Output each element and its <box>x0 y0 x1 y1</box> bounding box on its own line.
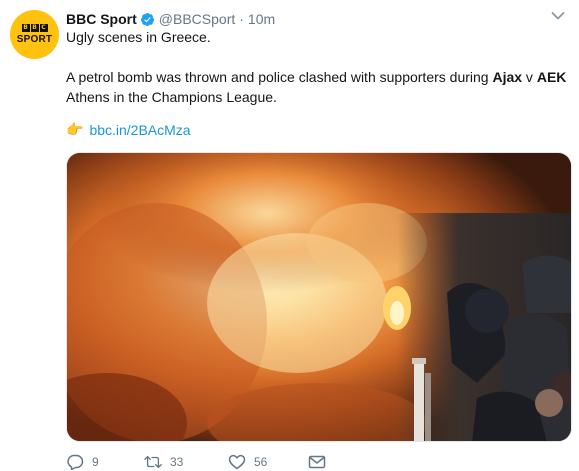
reply-icon <box>67 454 84 470</box>
retweet-count: 33 <box>170 455 184 469</box>
like-count: 56 <box>254 455 268 469</box>
team-ajax: Ajax <box>492 69 523 85</box>
pointing-hand-icon: 👉 <box>66 122 84 138</box>
tweet-header: BBC Sport @BBCSport · 10m <box>66 9 275 29</box>
avatar-word: SPORT <box>16 34 53 45</box>
direct-message-action[interactable] <box>308 454 326 470</box>
avatar[interactable]: B B C SPORT <box>10 10 59 59</box>
tweet-photo[interactable] <box>66 152 572 442</box>
heart-icon <box>228 454 246 470</box>
tweet-card[interactable]: B B C SPORT BBC Sport @BBCSport · 10m Ug… <box>0 0 579 471</box>
chevron-down-icon[interactable] <box>551 11 565 21</box>
like-action[interactable]: 56 <box>228 454 267 470</box>
reply-action[interactable]: 9 <box>66 454 99 470</box>
tweet-text-line1: Ugly scenes in Greece. <box>66 29 211 45</box>
tweet-text-line2: A petrol bomb was thrown and police clas… <box>66 69 567 85</box>
account-handle[interactable]: @BBCSport <box>159 11 235 27</box>
account-name[interactable]: BBC Sport <box>66 11 137 27</box>
verified-badge-icon <box>140 12 154 26</box>
retweet-icon <box>144 455 162 469</box>
fire-stadium-photo <box>67 153 571 441</box>
link-row: 👉 bbc.in/2BAcMza <box>66 122 191 138</box>
article-link[interactable]: bbc.in/2BAcMza <box>89 122 190 138</box>
tweet-text-line3: Athens in the Champions League. <box>66 89 277 105</box>
reply-count: 9 <box>92 455 99 469</box>
envelope-icon <box>308 455 326 469</box>
separator-dot: · <box>239 11 244 27</box>
team-aek: AEK <box>536 69 567 85</box>
retweet-action[interactable]: 33 <box>144 454 183 470</box>
tweet-timestamp[interactable]: 10m <box>248 11 275 27</box>
bbc-logo: B B C <box>21 24 48 32</box>
